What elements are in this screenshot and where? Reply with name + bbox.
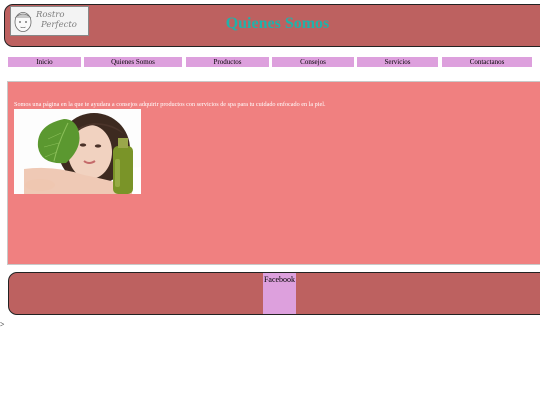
page-header: Rostro Perfecto Quienes Somos	[4, 4, 540, 47]
page-footer: Facebook	[8, 272, 540, 315]
nav-servicios[interactable]: Servicios	[357, 57, 438, 67]
intro-text: Somos una página en la que te ayudara a …	[14, 101, 326, 109]
nav-inicio[interactable]: Inicio	[8, 57, 81, 67]
nav-productos[interactable]: Productos	[186, 57, 269, 67]
nav-contactanos[interactable]: Contactanos	[442, 57, 532, 67]
nav-consejos[interactable]: Consejos	[272, 57, 354, 67]
nav-quienes-somos[interactable]: Quienes Somos	[84, 57, 182, 67]
page-title: Quienes Somos	[225, 15, 330, 32]
stray-text: >	[0, 320, 5, 329]
facebook-link[interactable]: Facebook	[263, 273, 296, 314]
content-panel: Somos una página en la que te ayudara a …	[7, 81, 540, 265]
spa-photo	[14, 109, 141, 194]
